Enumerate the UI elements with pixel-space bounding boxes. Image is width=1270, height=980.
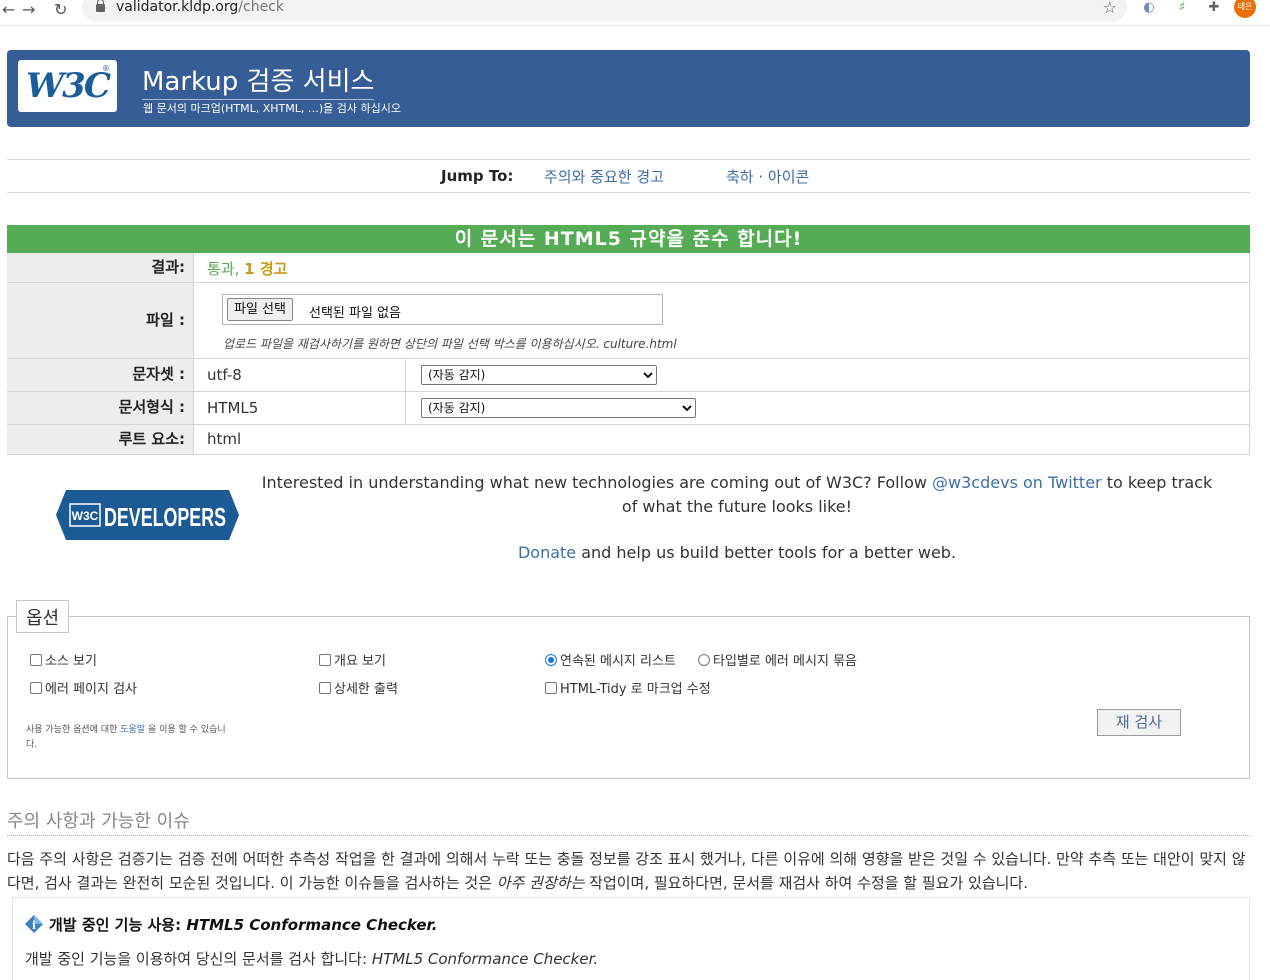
options-help-text: 사용 가능한 옵션에 대한 도움말 을 이용 할 수 있습니다. bbox=[26, 725, 226, 750]
svg-text:W3C: W3C bbox=[72, 509, 99, 523]
radio-checked-icon[interactable] bbox=[545, 653, 557, 666]
jump-to-bar: Jump To: 주의와 중요한 경고 축하 · 아이콘 bbox=[7, 159, 1250, 193]
file-input[interactable]: 파일 선택 선택된 파일 없음 bbox=[222, 294, 663, 325]
options-legend[interactable]: 옵션 bbox=[16, 600, 70, 633]
help-link[interactable]: 도움말 bbox=[120, 725, 145, 735]
notice-title: 개발 중인 기능 사용: HTML5 Conformance Checker. bbox=[49, 916, 438, 934]
result-row: 결과: 통과, 1 경고 bbox=[7, 253, 1250, 283]
sequential-messages-radio[interactable]: 연속된 메시지 리스트 bbox=[545, 650, 676, 669]
jump-link-warnings[interactable]: 주의와 중요한 경고 bbox=[544, 166, 664, 187]
radio-icon[interactable] bbox=[698, 653, 710, 666]
show-outline-checkbox[interactable]: 개요 보기 bbox=[319, 650, 386, 669]
donate-link[interactable]: Donate bbox=[518, 543, 576, 562]
notice-text: 개발 중인 기능을 이용하여 당신의 문서를 검사 합니다: HTML5 Con… bbox=[25, 950, 599, 968]
result-pass-text: 통과, bbox=[207, 260, 240, 278]
page-title[interactable]: Markup 검증 서비스 bbox=[142, 61, 375, 100]
root-row: 루트 요소: html bbox=[7, 425, 1250, 455]
lock-icon bbox=[96, 0, 105, 12]
result-warning-count[interactable]: 1 경고 bbox=[244, 260, 287, 278]
extension-icon[interactable]: ◐ bbox=[1141, 0, 1157, 16]
ladder-extension-icon[interactable]: ♯ bbox=[1174, 0, 1190, 16]
show-source-checkbox[interactable]: 소스 보기 bbox=[30, 650, 97, 669]
column-divider bbox=[405, 359, 406, 391]
experimental-feature-notice: i 개발 중인 기능 사용: HTML5 Conformance Checker… bbox=[12, 897, 1250, 980]
w3c-developers-logo[interactable]: W3C DEVELOPERS bbox=[56, 490, 239, 540]
url-text[interactable]: validator.kldp.org/check bbox=[116, 0, 284, 15]
doctype-select[interactable]: (자동 감지) bbox=[421, 398, 696, 418]
puzzle-extensions-icon[interactable]: ✚ bbox=[1206, 0, 1222, 16]
checkbox-icon[interactable] bbox=[30, 681, 42, 694]
group-by-type-radio[interactable]: 타입별로 에러 메시지 묶음 bbox=[698, 650, 857, 669]
twitter-link[interactable]: @w3cdevs on Twitter bbox=[932, 473, 1102, 492]
checkbox-icon[interactable] bbox=[545, 681, 557, 694]
checkbox-icon[interactable] bbox=[319, 653, 331, 666]
reload-icon[interactable]: ↻ bbox=[54, 0, 67, 19]
charset-row: 문자셋 : utf-8 (자동 감지) bbox=[7, 359, 1250, 392]
checkbox-icon[interactable] bbox=[30, 653, 42, 666]
verbose-output-checkbox[interactable]: 상세한 출력 bbox=[319, 678, 398, 697]
header-banner: W3C ® Markup 검증 서비스 웹 문서의 마크업(HTML, XHTML… bbox=[7, 50, 1250, 127]
address-bar[interactable]: validator.kldp.org/check ☆ bbox=[82, 0, 1127, 22]
recheck-button[interactable]: 재 검사 bbox=[1097, 709, 1181, 736]
file-none-text: 선택된 파일 없음 bbox=[309, 306, 401, 321]
page-subtitle: 웹 문서의 마크업(HTML, XHTML, …)을 검사 하십시오 bbox=[143, 102, 401, 115]
forward-arrow-icon[interactable]: → bbox=[22, 0, 35, 19]
root-value: html bbox=[207, 430, 242, 448]
file-row: 파일 : 파일 선택 선택된 파일 없음 업로드 파일을 재검사하기를 원하면 … bbox=[7, 283, 1250, 359]
svg-text:i: i bbox=[32, 919, 36, 932]
jump-link-congrats[interactable]: 축하 · 아이콘 bbox=[726, 166, 809, 187]
result-value: 통과, 1 경고 bbox=[207, 258, 287, 279]
charset-value: utf-8 bbox=[207, 366, 242, 384]
doctype-value: HTML5 bbox=[207, 399, 259, 417]
back-arrow-icon[interactable]: ← bbox=[2, 0, 15, 19]
validate-error-pages-checkbox[interactable]: 에러 페이지 검사 bbox=[30, 678, 137, 697]
file-note: 업로드 파일을 재검사하기를 원하면 상단의 파일 선택 박스를 이용하십시오.… bbox=[223, 337, 677, 351]
profile-avatar[interactable]: 태은 bbox=[1234, 0, 1256, 18]
w3c-logo[interactable]: W3C ® bbox=[18, 60, 117, 112]
checkbox-icon[interactable] bbox=[319, 681, 331, 694]
file-choose-button[interactable]: 파일 선택 bbox=[227, 298, 293, 321]
root-label: 루트 요소: bbox=[7, 425, 194, 454]
column-divider bbox=[405, 392, 406, 424]
notes-heading: 주의 사항과 가능한 이슈 bbox=[7, 807, 1250, 836]
doctype-label: 문서형식 : bbox=[7, 392, 194, 424]
svg-text:DEVELOPERS: DEVELOPERS bbox=[104, 502, 226, 532]
notes-paragraph: 다음 주의 사항은 검증기는 검증 전에 어떠한 추측성 작업을 한 결과에 의… bbox=[7, 850, 1246, 892]
charset-select[interactable]: (자동 감지) bbox=[421, 365, 657, 385]
options-fieldset bbox=[7, 616, 1250, 779]
result-label: 결과: bbox=[7, 253, 194, 282]
bookmark-star-icon[interactable]: ☆ bbox=[1103, 0, 1117, 17]
valid-result-banner: 이 문서는 HTML5 규약을 준수 합니다! bbox=[7, 225, 1250, 253]
html-tidy-checkbox[interactable]: HTML-Tidy 로 마크업 수정 bbox=[545, 678, 711, 697]
jump-to-label: Jump To: bbox=[441, 167, 514, 185]
browser-toolbar: ← → ↻ validator.kldp.org/check ☆ ◐ ♯ ✚ 태… bbox=[0, 0, 1270, 26]
developers-promo-text: Interested in understanding what new tec… bbox=[261, 473, 1213, 516]
doctype-row: 문서형식 : HTML5 (자동 감지) bbox=[7, 392, 1250, 425]
info-icon: i bbox=[25, 915, 43, 933]
file-label: 파일 : bbox=[7, 283, 194, 358]
charset-label: 문자셋 : bbox=[7, 359, 194, 391]
donate-text: Donate and help us build better tools fo… bbox=[517, 543, 957, 562]
